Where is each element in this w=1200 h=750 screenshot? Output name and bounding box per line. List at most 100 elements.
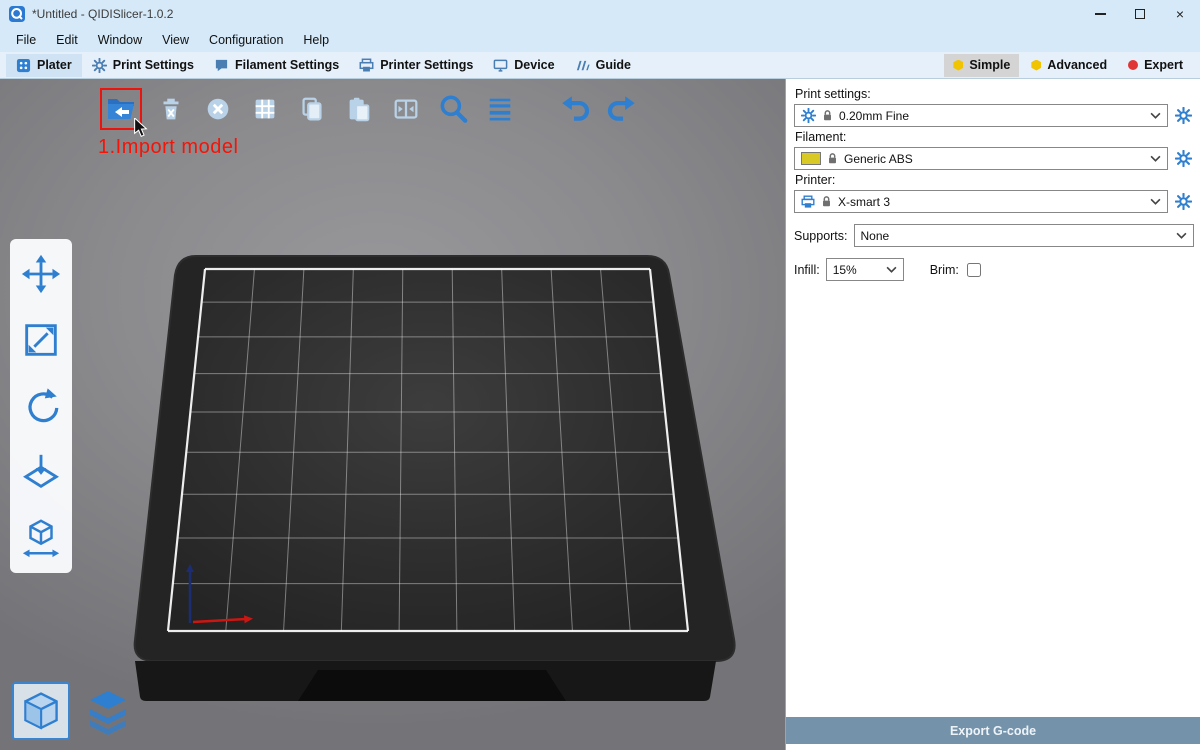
minimize-button[interactable]: [1080, 0, 1120, 28]
mode-expert[interactable]: Expert: [1119, 54, 1192, 77]
split-window-button[interactable]: [388, 91, 424, 127]
filament-select[interactable]: Generic ABS: [794, 147, 1168, 170]
rotate-icon: [20, 385, 62, 427]
print-settings-value: 0.20mm Fine: [839, 109, 909, 123]
tab-label: Device: [514, 58, 554, 72]
undo-button[interactable]: [557, 91, 593, 127]
import-annotation: 1.Import model: [98, 136, 238, 159]
redo-icon: [605, 92, 639, 126]
rotate-tool-button[interactable]: [18, 383, 64, 429]
infill-value: 15%: [833, 263, 857, 277]
filament-label: Filament:: [795, 130, 1194, 144]
brim-label: Brim:: [930, 263, 959, 277]
print-settings-label: Print settings:: [795, 87, 1194, 101]
close-button[interactable]: ×: [1160, 0, 1200, 28]
expert-mode-dot-icon: [1128, 60, 1138, 70]
menu-help[interactable]: Help: [293, 28, 339, 52]
mode-label: Expert: [1144, 58, 1183, 72]
place-on-face-tool-button[interactable]: [18, 449, 64, 495]
lock-icon: [821, 195, 832, 208]
menu-edit[interactable]: Edit: [46, 28, 88, 52]
menu-file[interactable]: File: [6, 28, 46, 52]
delete-button[interactable]: [153, 91, 189, 127]
menu-configuration[interactable]: Configuration: [199, 28, 293, 52]
supports-value: None: [861, 229, 890, 243]
delete-icon: [156, 94, 186, 124]
copy-button[interactable]: [294, 91, 330, 127]
variable-layer-height-button[interactable]: [482, 91, 518, 127]
print-settings-gear-button[interactable]: [1172, 105, 1194, 127]
search-button[interactable]: [435, 91, 471, 127]
window-title: *Untitled - QIDISlicer-1.0.2: [32, 7, 173, 21]
supports-select[interactable]: None: [854, 224, 1194, 247]
delete-all-icon: [203, 94, 233, 124]
main-content: 1.Import model: [0, 79, 1200, 750]
guide-icon: [575, 58, 590, 73]
measure-tool-button[interactable]: [18, 515, 64, 561]
infill-label: Infill:: [794, 263, 820, 277]
object-manipulation-toolbar: [10, 239, 72, 573]
supports-label: Supports:: [794, 229, 848, 243]
scale-icon: [20, 319, 62, 361]
view-mode-switcher: [12, 682, 134, 740]
minimize-icon: [1095, 13, 1106, 15]
printer-icon: [801, 195, 815, 209]
menu-view[interactable]: View: [152, 28, 199, 52]
menu-window[interactable]: Window: [88, 28, 152, 52]
tab-plater[interactable]: Plater: [6, 54, 82, 77]
printer-select[interactable]: X-smart 3: [794, 190, 1168, 213]
tab-label: Filament Settings: [235, 58, 339, 72]
tab-printer-settings[interactable]: Printer Settings: [349, 54, 483, 77]
arrange-button[interactable]: [247, 91, 283, 127]
mode-simple[interactable]: Simple: [944, 54, 1019, 77]
maximize-button[interactable]: [1120, 0, 1160, 28]
export-gcode-button[interactable]: Export G-code: [786, 717, 1200, 744]
paste-icon: [344, 94, 374, 124]
tabbar: Plater Print Settings Filament Settings …: [0, 52, 1200, 79]
copy-icon: [297, 94, 327, 124]
tab-filament-settings[interactable]: Filament Settings: [204, 54, 349, 77]
tab-label: Printer Settings: [380, 58, 473, 72]
chevron-down-icon: [1150, 112, 1161, 119]
scale-tool-button[interactable]: [18, 317, 64, 363]
viewport-3d[interactable]: 1.Import model: [0, 79, 785, 750]
print-bed: [0, 79, 785, 750]
close-icon: ×: [1176, 6, 1184, 22]
simple-mode-dot-icon: [953, 60, 963, 71]
tab-device[interactable]: Device: [483, 54, 564, 77]
mode-switcher: Simple Advanced Expert: [944, 54, 1192, 77]
delete-all-button[interactable]: [200, 91, 236, 127]
print-settings-select[interactable]: 0.20mm Fine: [794, 104, 1168, 127]
tab-guide[interactable]: Guide: [565, 54, 641, 77]
tab-label: Plater: [37, 58, 72, 72]
filament-gear-button[interactable]: [1172, 148, 1194, 170]
measure-icon: [20, 517, 62, 559]
chevron-down-icon: [1150, 155, 1161, 162]
editor-3d-view-button[interactable]: [12, 682, 70, 740]
printer-gear-button[interactable]: [1172, 191, 1194, 213]
mode-advanced[interactable]: Advanced: [1022, 54, 1116, 77]
lock-icon: [827, 152, 838, 165]
layers-preview-button[interactable]: [82, 686, 134, 738]
move-tool-button[interactable]: [18, 251, 64, 297]
chevron-down-icon: [1176, 232, 1187, 239]
undo-icon: [558, 92, 592, 126]
redo-button[interactable]: [604, 91, 640, 127]
brim-checkbox[interactable]: [967, 263, 981, 277]
search-icon: [436, 92, 470, 126]
app-logo-icon: [8, 5, 26, 23]
move-icon: [20, 253, 62, 295]
gear-icon: [1175, 107, 1192, 124]
filament-color-swatch: [801, 152, 821, 165]
gear-icon: [1175, 193, 1192, 210]
tab-print-settings[interactable]: Print Settings: [82, 54, 204, 77]
infill-select[interactable]: 15%: [826, 258, 904, 281]
device-icon: [493, 58, 508, 73]
mode-label: Advanced: [1047, 58, 1107, 72]
settings-panel: Print settings: 0.20mm Fine Filament: Ge…: [785, 79, 1200, 750]
chevron-down-icon: [1150, 198, 1161, 205]
paste-button[interactable]: [341, 91, 377, 127]
viewport-toolbar: [100, 88, 651, 130]
cube-3d-icon: [19, 689, 63, 733]
app-window: *Untitled - QIDISlicer-1.0.2 × File Edit…: [0, 0, 1200, 750]
